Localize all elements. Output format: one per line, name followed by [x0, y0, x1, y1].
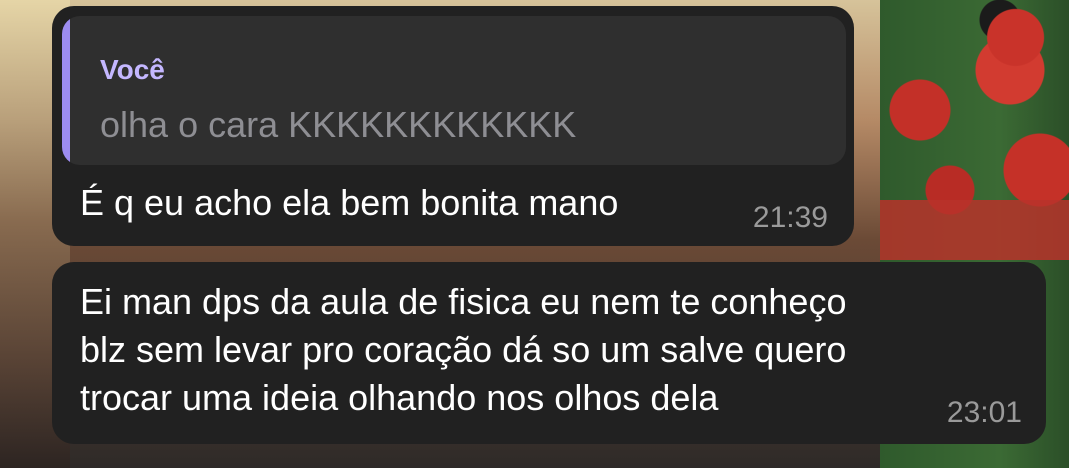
- message-text: Ei man dps da aula de fisica eu nem te c…: [80, 278, 846, 422]
- message-bubble[interactable]: Você olha o cara KKKKKKKKKKKK É q eu ach…: [52, 6, 854, 246]
- message-timestamp: 23:01: [946, 396, 1022, 429]
- reply-quote[interactable]: Você olha o cara KKKKKKKKKKKK: [62, 16, 846, 165]
- message-text: É q eu acho ela bem bonita mano: [80, 179, 618, 227]
- message-bubble[interactable]: Ei man dps da aula de fisica eu nem te c…: [52, 262, 1046, 444]
- message-line: Ei man dps da aula de fisica eu nem te c…: [80, 281, 847, 322]
- message-timestamp: 21:39: [752, 201, 828, 234]
- message-line: blz sem levar pro coração dá so um salve…: [80, 329, 847, 370]
- message-line: trocar uma ideia olhando nos olhos dela: [80, 377, 719, 418]
- reply-author: Você: [100, 54, 165, 85]
- reply-accent-bar: [62, 16, 70, 165]
- reply-text: olha o cara KKKKKKKKKKKK: [100, 104, 577, 145]
- message-line: É q eu acho ela bem bonita mano: [80, 182, 619, 223]
